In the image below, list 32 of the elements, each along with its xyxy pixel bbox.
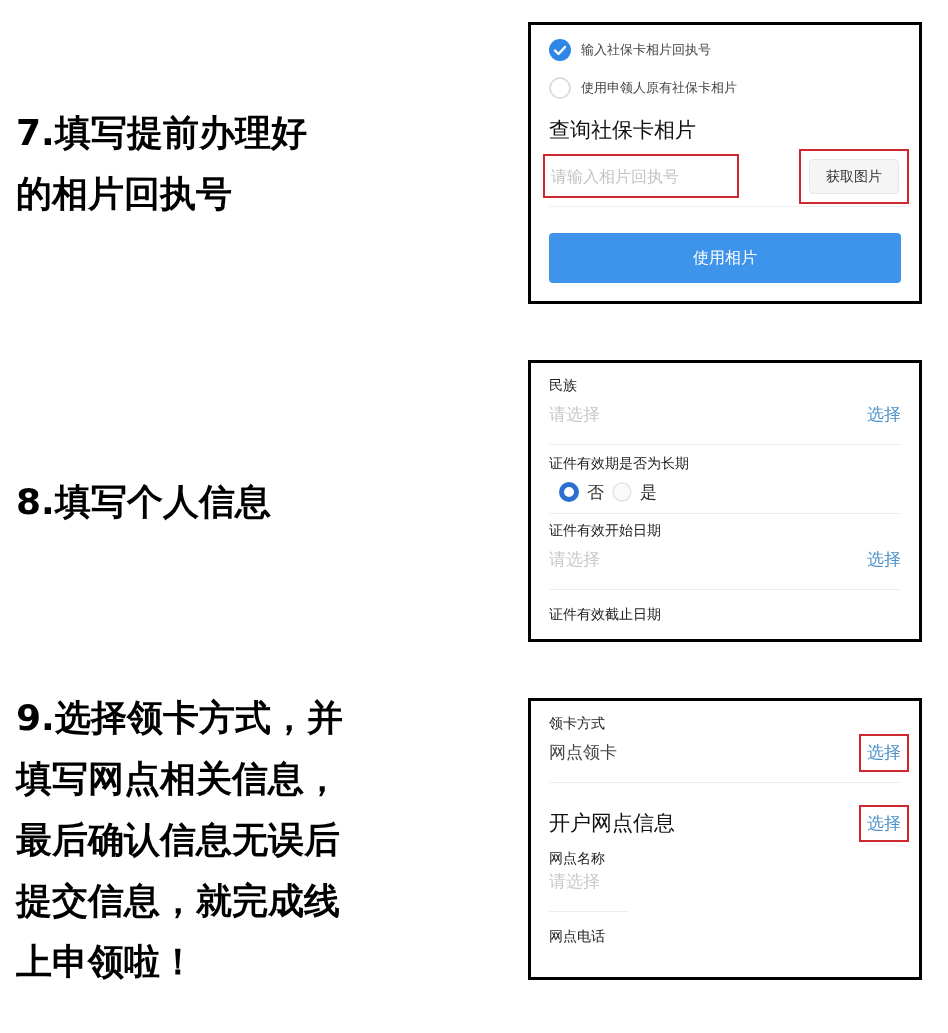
step-caption: 的相片回执号 [16,172,233,216]
fetch-image-button[interactable]: 获取图片 [809,158,899,194]
radio-label: 否 [587,480,604,504]
step-caption: 9.选择领卡方式，并 [16,695,344,740]
option-label: 输入社保卡相片回执号 [581,41,711,60]
field-label: 证件有效期是否为长期 [549,453,690,473]
step-caption: 上申领啦！ [16,939,197,984]
section-heading: 开户网点信息 [549,809,675,837]
option-label: 使用申领人原有社保卡相片 [581,79,737,98]
select-link[interactable]: 选择 [859,804,909,842]
field-label: 证件有效开始日期 [549,521,662,540]
field-label: 领卡方式 [549,714,606,733]
checked-circle-icon[interactable] [549,39,571,61]
field-label: 网点电话 [549,926,606,946]
step-caption: 8.填写个人信息 [16,479,272,524]
select-link[interactable]: 选择 [859,541,909,579]
step-caption: 7.填写提前办理好 [16,111,308,155]
field-value: 网点领卡 [549,741,617,764]
field-label: 民族 [549,376,578,395]
field-label: 证件有效截止日期 [549,604,662,624]
step-caption: 最后确认信息无误后 [16,817,341,862]
use-photo-button[interactable]: 使用相片 [549,232,901,283]
section-heading: 查询社保卡相片 [549,117,697,144]
select-link[interactable]: 选择 [859,396,909,434]
radio-circle-icon[interactable] [549,77,571,99]
select-link[interactable]: 选择 [859,734,909,772]
step-caption: 提交信息，就完成线 [16,878,341,923]
radio-button[interactable] [559,482,579,503]
step-caption: 填写网点相关信息， [16,756,341,801]
field-label: 网点名称 [549,849,606,868]
radio-label: 是 [640,480,657,504]
input-field[interactable]: 请输入相片回执号 [543,154,739,198]
